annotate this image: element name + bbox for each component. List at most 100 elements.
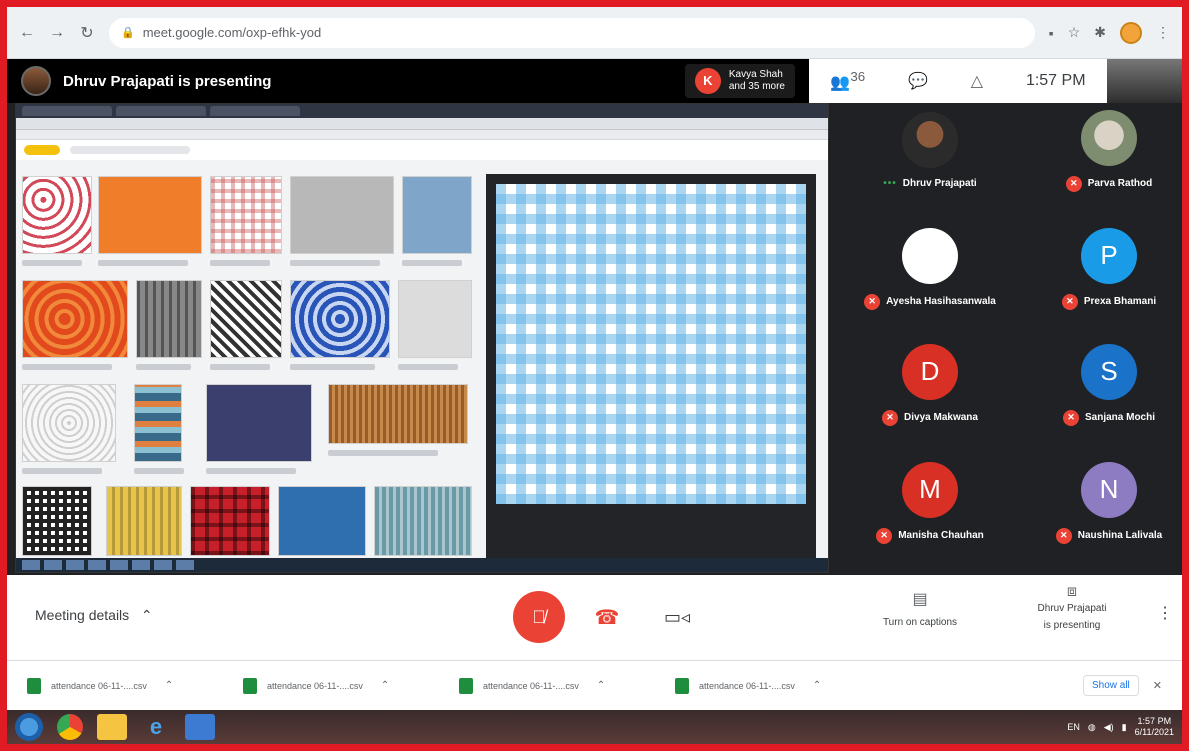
volume-icon[interactable]: ◀) [1104,722,1114,733]
participant-avatar: M [902,461,958,518]
file-explorer-icon[interactable] [97,714,127,740]
image-results-grid [22,176,482,561]
mic-muted-icon: ✕ [882,409,899,426]
participant-tile[interactable]: ✕ Parva Rathod [1019,93,1189,208]
pattern-grey [290,176,394,254]
language-indicator[interactable]: EN [1067,722,1080,732]
url-text: meet.google.com/oxp-efhk-yod [142,25,322,40]
mic-off-button[interactable]: 🎙̸ [513,591,565,643]
others-in-call[interactable]: K Kavya Shah and 35 more [684,64,795,98]
profile-avatar[interactable] [1120,21,1142,44]
present-screen-icon: ⧈ [1066,583,1078,600]
presenter-avatar [21,66,51,96]
pattern-light-grey [398,280,472,358]
show-all-button[interactable]: Show all [1082,675,1139,696]
shared-bookmarks [16,130,828,140]
participant-avatar: D [902,343,958,400]
chevron-up-icon[interactable]: ⌃ [381,680,389,691]
participant-tile[interactable]: M ✕ Manisha Chauhan [840,445,1020,560]
internet-explorer-icon[interactable]: e [141,714,171,740]
speaking-indicator-icon: ••• [883,178,897,189]
download-item[interactable]: attendance 06-11-....csv ⌃ [675,677,891,694]
participant-tile[interactable]: ••• Dhruv Prajapati [840,93,1020,208]
participant-avatar [1081,109,1137,166]
meeting-details-button[interactable]: Meeting details ⌃ [35,607,153,624]
close-icon[interactable]: ✕ [1153,679,1162,692]
reload-icon[interactable]: ↻ [79,23,95,43]
taskbar-clock[interactable]: 1:57 PM 6/11/2021 [1135,716,1174,738]
chevron-up-icon[interactable]: ⌃ [165,680,173,691]
taskbar-date: 6/11/2021 [1134,727,1174,737]
participant-tile[interactable]: D ✕ Divya Makwana [840,327,1020,442]
camera-permission-icon[interactable]: ▪ [1049,25,1054,41]
participant-name-row: ✕ Manisha Chauhan [876,527,984,544]
downloads-bar: attendance 06-11-....csv ⌃ attendance 06-1… [7,660,1182,710]
captions-button[interactable]: ▤ Turn on captions [865,589,975,628]
participant-name: Naushina Lalivala [1077,530,1163,541]
chevron-up-icon[interactable]: ⌃ [597,680,605,691]
download-items: attendance 06-11-....csv ⌃ attendance 06-1… [27,677,891,694]
participant-avatar: P [1081,227,1137,284]
battery-icon[interactable]: ▮ [1122,722,1127,733]
chevron-up-icon[interactable]: ⌃ [813,680,821,691]
chat-icon[interactable]: 💬 [908,71,928,91]
mic-muted-icon: ✕ [1061,293,1078,310]
pattern-white-floral [22,384,116,462]
back-icon[interactable]: ← [19,24,35,42]
shared-search-header [16,140,828,160]
presenting-status-button[interactable]: ⧈ Dhruv Prajapati is presenting [1017,583,1127,632]
participant-name-row: ✕ Sanjana Mochi [1062,409,1155,426]
meeting-details-label: Meeting details [35,607,130,623]
participant-tile[interactable]: S ✕ Sanjana Mochi [1019,327,1189,442]
chrome-app-icon[interactable] [57,714,83,740]
star-icon[interactable]: ☆ [1068,24,1081,41]
gingham-preview-image [496,184,806,504]
download-filename: attendance 06-11-....csv [51,680,147,691]
camera-button[interactable]: ▭◃ [659,599,695,635]
download-item[interactable]: attendance 06-11-....csv ⌃ [459,677,675,694]
pattern-bw-check [22,486,92,556]
activities-icon[interactable]: △ [971,71,983,91]
windows-start-icon[interactable] [15,713,43,741]
shared-tabs [16,104,828,118]
participant-name: Manisha Chauhan [898,530,984,541]
others-name: Kavya Shah [728,69,783,80]
address-bar[interactable]: 🔒 meet.google.com/oxp-efhk-yod [109,17,1035,48]
pattern-blue-damask [290,280,390,358]
shared-search-logo [24,145,60,155]
pattern-brown-tweed [328,384,468,444]
shared-screen [15,103,829,573]
mic-off-icon: 🎙̸ [532,606,546,627]
extensions-icon[interactable]: ✱ [1094,24,1106,41]
participant-tile[interactable]: P ✕ Prexa Bhamani [1019,211,1189,326]
people-count[interactable]: 👥36 [830,69,865,92]
mic-muted-icon: ✕ [1055,527,1072,544]
app-window-icon[interactable] [185,714,215,740]
download-item[interactable]: attendance 06-11-....csv ⌃ [27,677,243,694]
pattern-paisley-orange [22,280,128,358]
presenting-title: Dhruv Prajapati is presenting [63,72,272,90]
participant-name: Sanjana Mochi [1084,412,1155,423]
network-icon[interactable]: ◍ [1088,722,1096,733]
system-tray: EN ◍ ◀) ▮ 1:57 PM 6/11/2021 [1067,716,1174,738]
download-filename: attendance 06-11-....csv [699,680,795,691]
participant-name: Dhruv Prajapati [902,178,977,189]
mic-muted-icon: ✕ [864,293,881,310]
participant-tile[interactable]: ✕ Ayesha Hasihasanwala [840,211,1020,326]
download-item[interactable]: attendance 06-11-....csv ⌃ [243,677,459,694]
hang-up-button[interactable]: ☎ [589,599,625,635]
pattern-teal [374,486,472,556]
participant-avatar [902,227,958,284]
participant-name-row: ✕ Parva Rathod [1065,175,1152,192]
more-options-icon[interactable]: ⋮ [1157,603,1173,623]
image-preview-panel [486,174,816,562]
presenting-label: is presenting [1043,620,1101,631]
participant-tile[interactable]: N ✕ Naushina Lalivala [1019,445,1189,560]
lock-icon: 🔒 [121,27,135,39]
participant-avatar [902,112,958,168]
forward-icon[interactable]: → [49,24,65,42]
pattern-floral-red [22,176,92,254]
people-count-number: 36 [850,69,866,85]
pattern-blue [402,176,472,254]
browser-menu-icon[interactable]: ⋮ [1156,24,1170,41]
